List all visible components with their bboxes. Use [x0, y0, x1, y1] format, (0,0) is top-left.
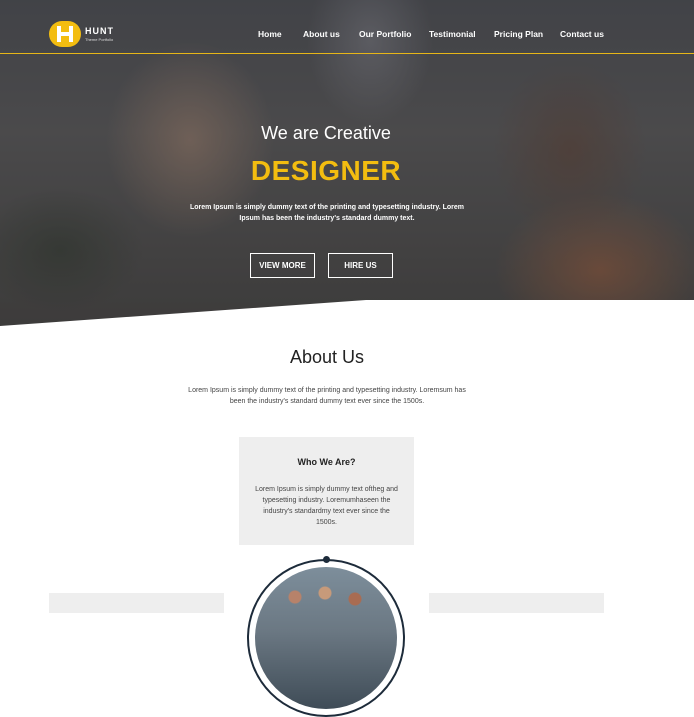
about-title: About Us	[289, 347, 365, 367]
card-title: Who We Are?	[297, 457, 356, 467]
team-photo-circle	[247, 559, 405, 717]
left-info-card	[49, 593, 224, 613]
timeline-dot	[323, 556, 330, 563]
card-text: Lorem Ipsum is simply dummy text oftheg …	[255, 486, 398, 526]
team-photo	[255, 567, 397, 709]
who-we-are-card: Who We Are? Lorem Ipsum is simply dummy …	[239, 437, 414, 545]
about-description: Lorem Ipsum is simply dummy text of the …	[188, 387, 466, 405]
hero-diagonal-divider	[0, 300, 694, 330]
right-info-card	[429, 593, 604, 613]
hero-section: HUNT Theme Portfolio Home About us Our P…	[0, 0, 694, 330]
